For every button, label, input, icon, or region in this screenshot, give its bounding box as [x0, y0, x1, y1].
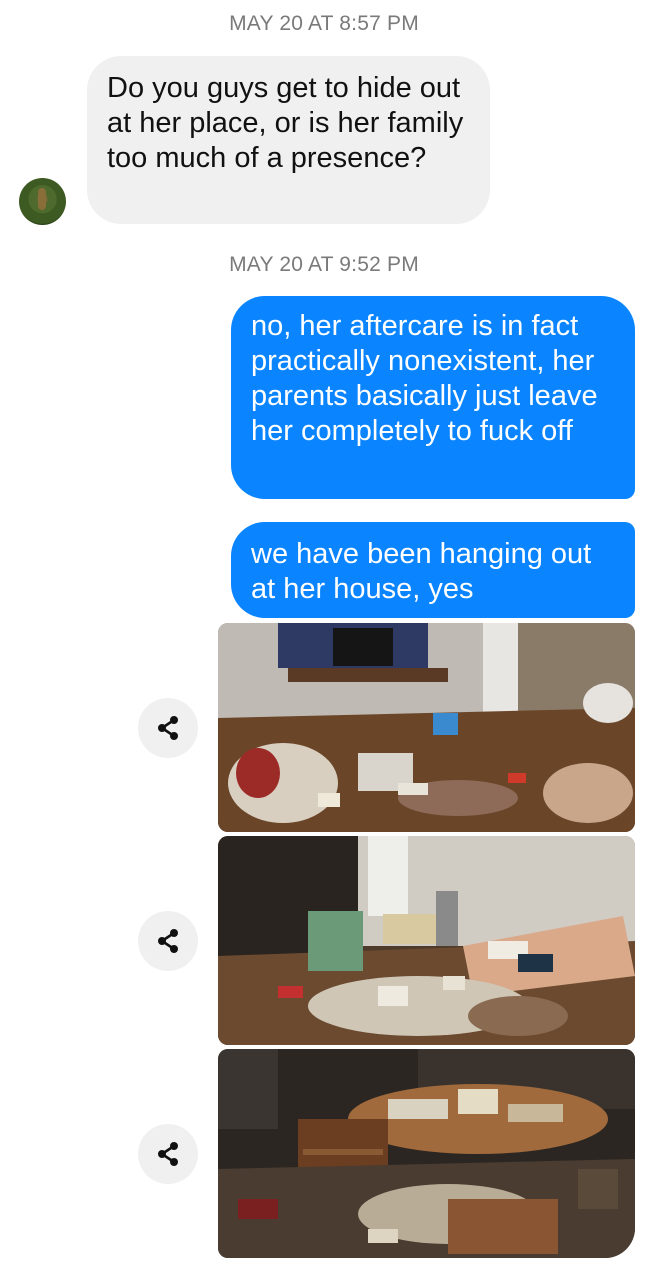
photo-3[interactable]: [218, 1049, 635, 1258]
contact-avatar[interactable]: [19, 178, 66, 225]
sent-message-bubble-2[interactable]: we have been hanging out at her house, y…: [231, 522, 635, 618]
share-button-1[interactable]: [138, 698, 198, 758]
sent-message-text-2: we have been hanging out at her house, y…: [251, 538, 592, 605]
share-icon: [158, 1142, 178, 1166]
sent-message-text-1: no, her aftercare is in fact practically…: [251, 310, 598, 447]
photo-2[interactable]: [218, 836, 635, 1045]
sent-message-bubble-1[interactable]: no, her aftercare is in fact practically…: [231, 296, 635, 499]
photo-2-image: [218, 836, 635, 1045]
photo-1[interactable]: [218, 623, 635, 832]
share-button-2[interactable]: [138, 911, 198, 971]
photo-1-image: [218, 623, 635, 832]
share-icon: [158, 929, 178, 953]
share-icon: [158, 716, 178, 740]
received-message-text: Do you guys get to hide out at her place…: [107, 72, 464, 174]
share-button-3[interactable]: [138, 1124, 198, 1184]
timestamp-1: MAY 20 AT 8:57 PM: [229, 12, 419, 35]
received-message-bubble[interactable]: Do you guys get to hide out at her place…: [87, 56, 490, 224]
photo-3-image: [218, 1049, 635, 1258]
timestamp-2: MAY 20 AT 9:52 PM: [229, 253, 419, 276]
